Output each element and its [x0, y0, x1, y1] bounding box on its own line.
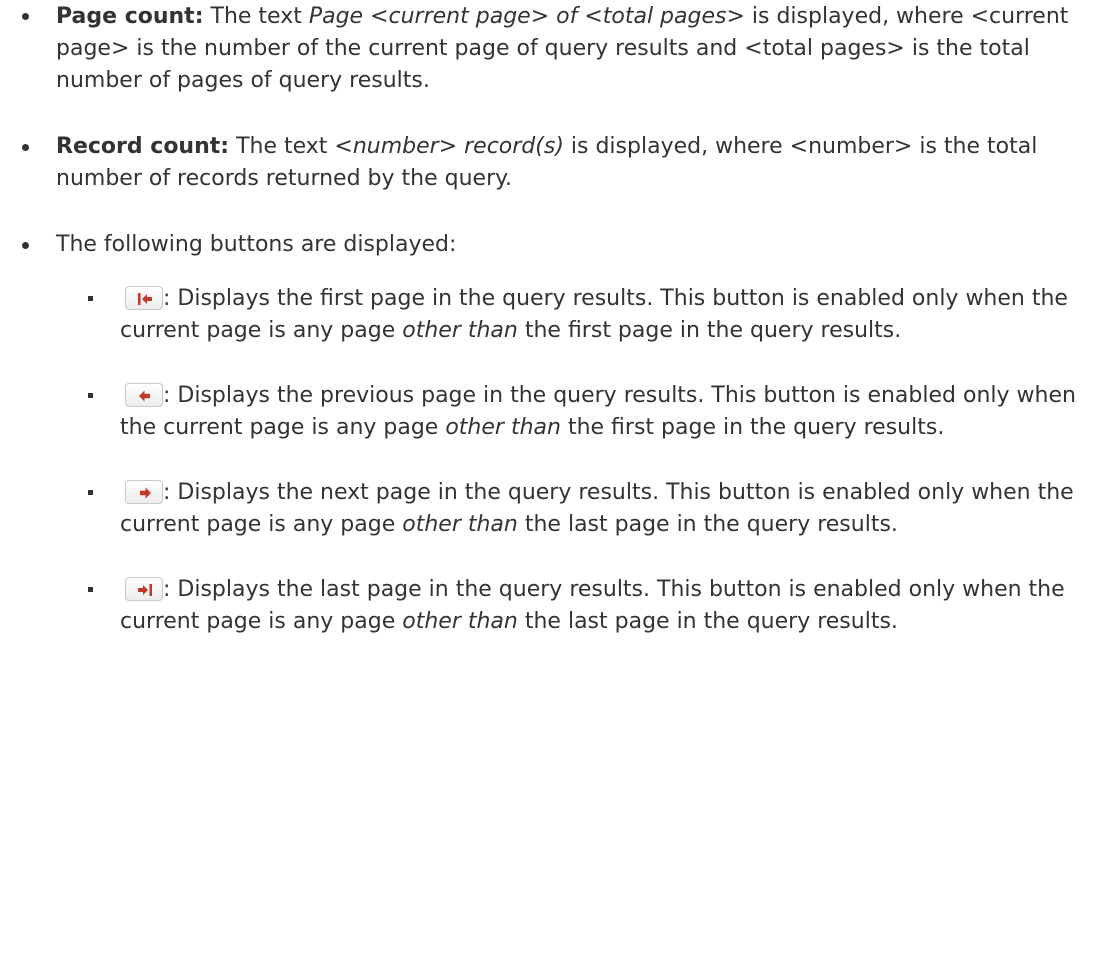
record-count-label: Record count: [56, 134, 230, 159]
button-previous-italic: other than [445, 415, 561, 440]
list-item-buttons: The following buttons are displayed: : D… [0, 229, 1110, 638]
previous-page-icon [139, 390, 150, 402]
button-last-italic: other than [402, 609, 518, 634]
record-count-text-a: The text [229, 134, 335, 159]
button-previous-text-b: the first page in the query results. [560, 415, 945, 440]
first-page-icon [138, 293, 152, 305]
record-count-italic: <number> record(s) [334, 134, 564, 159]
previous-page-button[interactable] [125, 383, 163, 407]
button-first-text-b: the first page in the query results. [517, 318, 902, 343]
button-list: : Displays the first page in the query r… [56, 283, 1100, 638]
page-count-italic: Page <current page> of <total pages> [308, 4, 745, 29]
last-page-icon [138, 584, 152, 596]
page-count-text-a: The text [203, 4, 309, 29]
button-next-text-b: the last page in the query results. [517, 512, 898, 537]
button-item-previous: : Displays the previous page in the quer… [56, 380, 1100, 444]
button-first-italic: other than [402, 318, 518, 343]
bullet-list: Page count: The text Page <current page>… [0, 0, 1110, 638]
page-count-label: Page count: [56, 4, 204, 29]
list-item-page-count: Page count: The text Page <current page>… [0, 0, 1110, 97]
button-next-italic: other than [402, 512, 518, 537]
button-item-next: : Displays the next page in the query re… [56, 477, 1100, 541]
last-page-button[interactable] [125, 577, 163, 601]
help-document: Page count: The text Page <current page>… [0, 0, 1110, 638]
first-page-button[interactable] [125, 286, 163, 310]
buttons-intro: The following buttons are displayed: [56, 232, 457, 257]
button-last-text-b: the last page in the query results. [517, 609, 898, 634]
list-item-record-count: Record count: The text <number> record(s… [0, 131, 1110, 195]
button-item-first: : Displays the first page in the query r… [56, 283, 1100, 347]
button-item-last: : Displays the last page in the query re… [56, 574, 1100, 638]
next-page-button[interactable] [125, 480, 163, 504]
next-page-icon [140, 487, 151, 499]
